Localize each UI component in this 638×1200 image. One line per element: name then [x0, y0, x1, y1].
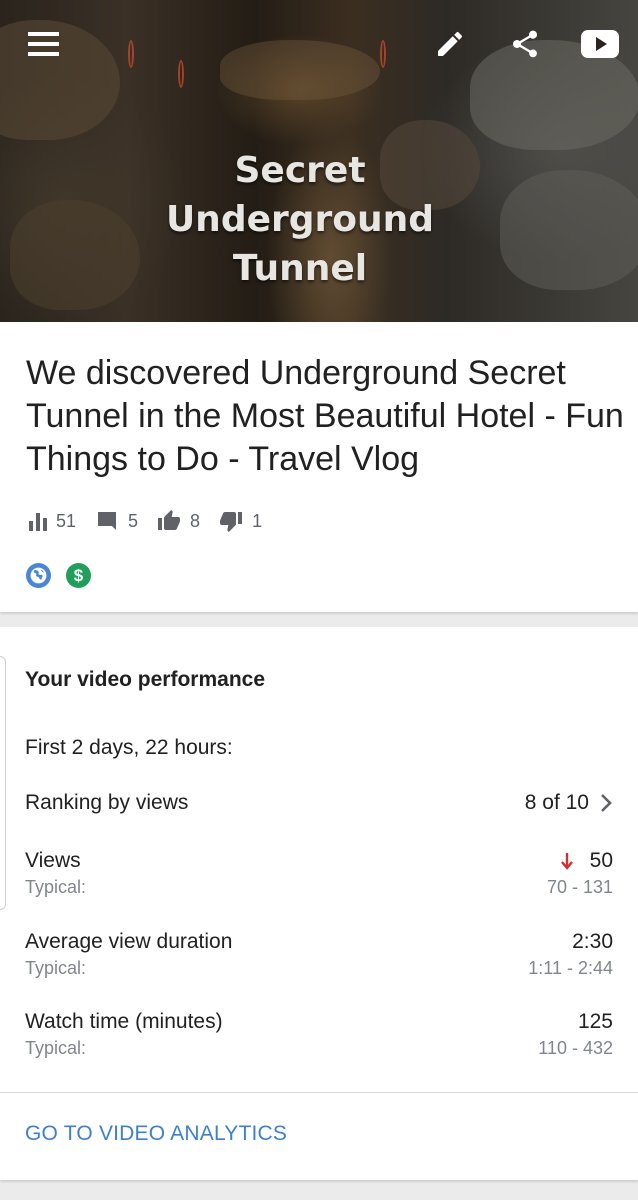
- menu-icon[interactable]: [24, 24, 64, 64]
- watch-time-typical-range: 110 - 432: [538, 1038, 613, 1058]
- wall-lamp: [380, 40, 386, 68]
- avg-duration-value: 2:30: [572, 930, 613, 953]
- likes-count: 8: [190, 510, 201, 531]
- wall-lamp: [128, 40, 134, 68]
- performance-heading: Your video performance: [25, 668, 266, 691]
- ranking-value[interactable]: 8 of 10: [525, 791, 613, 815]
- dislikes-stat: 1: [218, 509, 262, 533]
- avg-duration-typical-label: Typical:: [25, 958, 87, 978]
- wall-lamp: [178, 60, 184, 88]
- globe-icon[interactable]: [26, 563, 51, 588]
- ranking-label[interactable]: Ranking by views: [25, 791, 188, 815]
- views-typical-label: Typical:: [25, 877, 87, 897]
- edit-pencil-icon[interactable]: [430, 24, 470, 64]
- views-count: 51: [56, 510, 77, 531]
- bar-chart-icon: [29, 513, 47, 531]
- go-to-video-analytics-link[interactable]: GO TO VIDEO ANALYTICS: [25, 1122, 287, 1146]
- video-stats: 51 5 8 1: [28, 508, 280, 534]
- performance-card: [0, 627, 638, 1180]
- avg-duration-typical-range: 1:11 - 2:44: [528, 958, 613, 978]
- dislikes-count: 1: [252, 510, 263, 531]
- avg-duration-label: Average view duration: [25, 930, 233, 953]
- likes-stat: 8: [156, 509, 200, 533]
- thumbs-up-icon: [158, 510, 181, 530]
- video-title[interactable]: We discovered Underground Secret Tunnel …: [26, 352, 626, 481]
- comments-stat: 5: [94, 509, 138, 533]
- share-icon[interactable]: [505, 24, 545, 64]
- views-stat: 51: [28, 511, 76, 532]
- monetization-dollar-icon[interactable]: $: [66, 563, 91, 588]
- arrow-down-icon: [560, 853, 573, 870]
- views-value: 50: [560, 849, 613, 873]
- views-typical-range: 70 - 131: [546, 877, 613, 897]
- comments-count: 5: [128, 510, 139, 531]
- period-label: First 2 days, 22 hours:: [25, 736, 233, 759]
- video-thumbnail[interactable]: Secret Underground Tunnel: [0, 0, 638, 322]
- divider: [0, 1092, 638, 1093]
- chevron-right-icon: [601, 794, 612, 812]
- tunnel-light: [220, 40, 380, 100]
- watch-time-typical-label: Typical:: [25, 1038, 87, 1058]
- adjacent-card-edge[interactable]: [0, 656, 6, 910]
- thumbs-down-icon: [220, 512, 243, 532]
- youtube-icon[interactable]: [580, 24, 620, 64]
- watch-time-value: 125: [577, 1010, 613, 1033]
- comment-icon: [98, 512, 117, 530]
- watch-time-label: Watch time (minutes): [25, 1010, 223, 1033]
- video-badges: $: [26, 563, 106, 588]
- views-label: Views: [25, 849, 81, 872]
- thumbnail-title: Secret Underground Tunnel: [165, 150, 435, 289]
